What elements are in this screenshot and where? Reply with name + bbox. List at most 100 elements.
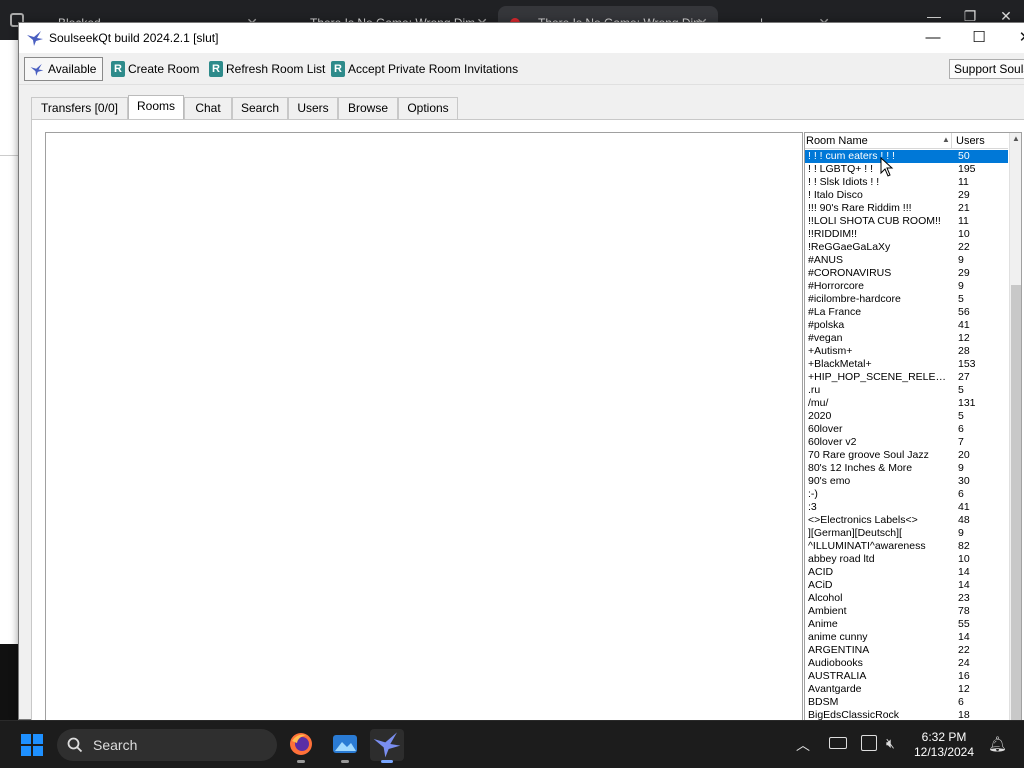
windows-start-icon[interactable]: [21, 734, 43, 756]
room-users-count: 28: [958, 345, 970, 357]
room-row[interactable]: !!RIDDIM!! 10: [805, 228, 1008, 241]
room-row[interactable]: ACID 14: [805, 566, 1008, 579]
refresh-room-list-button[interactable]: R Refresh Room List: [209, 57, 325, 81]
taskbar-soulseek[interactable]: [370, 729, 404, 763]
room-users-count: 27: [958, 371, 970, 383]
column-room-name[interactable]: Room Name: [806, 135, 868, 147]
clock-date: 12/13/2024: [913, 745, 975, 759]
room-row[interactable]: #polska 41: [805, 319, 1008, 332]
room-row[interactable]: !!! 90's Rare Riddim !!! 21: [805, 202, 1008, 215]
minimize-button[interactable]: —: [911, 27, 955, 49]
sort-ascending-icon: ▲: [942, 135, 950, 144]
room-row[interactable]: +BlackMetal+ 153: [805, 358, 1008, 371]
soulseek-window: SoulseekQt build 2024.2.1 [slut] — ☐ ✕ A…: [18, 22, 1024, 722]
create-room-label: Create Room: [128, 62, 200, 76]
room-row[interactable]: ACiD 14: [805, 579, 1008, 592]
column-divider[interactable]: [951, 133, 952, 149]
room-row[interactable]: 80's 12 Inches & More 9: [805, 462, 1008, 475]
clock-time: 6:32 PM: [921, 730, 967, 744]
room-row[interactable]: ^ILLUMINATI^awareness 82: [805, 540, 1008, 553]
room-row[interactable]: +Autism+ 28: [805, 345, 1008, 358]
room-users-count: 14: [958, 579, 970, 591]
taskbar-photos[interactable]: [328, 729, 362, 763]
room-row[interactable]: Ambient 78: [805, 605, 1008, 618]
room-row[interactable]: #ANUS 9: [805, 254, 1008, 267]
room-name: Anime: [808, 618, 838, 630]
room-row[interactable]: 60lover 6: [805, 423, 1008, 436]
tab-browse[interactable]: Browse: [338, 97, 398, 119]
room-row[interactable]: Alcohol 23: [805, 592, 1008, 605]
room-name: anime cunny: [808, 631, 868, 643]
room-name: /mu/: [808, 397, 829, 409]
scrollbar-thumb[interactable]: [1011, 285, 1021, 721]
tab-users[interactable]: Users: [288, 97, 338, 119]
room-row[interactable]: anime cunny 14: [805, 631, 1008, 644]
tab-rooms[interactable]: Rooms: [128, 95, 184, 119]
room-row[interactable]: .ru 5: [805, 384, 1008, 397]
room-row[interactable]: 2020 5: [805, 410, 1008, 423]
room-name: #icilombre-hardcore: [808, 293, 901, 305]
status-available-button[interactable]: Available: [24, 57, 103, 81]
network-icon[interactable]: [861, 735, 877, 751]
taskbar-search[interactable]: Search: [57, 729, 277, 761]
room-row[interactable]: #CORONAVIRUS 29: [805, 267, 1008, 280]
scroll-up-icon[interactable]: ▲: [1012, 134, 1020, 143]
room-row[interactable]: !ReGGaeGaLaXy 22: [805, 241, 1008, 254]
taskbar-clock[interactable]: 6:32 PM 12/13/2024: [912, 730, 976, 760]
room-list[interactable]: Room Name ▲ Users ! ! ! cum eaters ! ! !…: [804, 132, 1022, 722]
room-row[interactable]: Audiobooks 24: [805, 657, 1008, 670]
room-row[interactable]: /mu/131: [805, 397, 1008, 410]
room-name: AUSTRALIA: [808, 670, 867, 682]
room-row[interactable]: 90's emo 30: [805, 475, 1008, 488]
room-row[interactable]: <>Electronics Labels<> 48: [805, 514, 1008, 527]
room-row[interactable]: Avantgarde 12: [805, 683, 1008, 696]
room-row[interactable]: :-) 6: [805, 488, 1008, 501]
room-name: 2020: [808, 410, 832, 422]
room-row[interactable]: #vegan 12: [805, 332, 1008, 345]
close-button[interactable]: ✕: [1003, 27, 1024, 49]
room-row[interactable]: ! ! Slsk Idiots ! ! 11: [805, 176, 1008, 189]
room-row[interactable]: Anime 55: [805, 618, 1008, 631]
tab-chat[interactable]: Chat: [184, 97, 232, 119]
room-users-count: 5: [958, 410, 964, 422]
support-soulseek-button[interactable]: Support Soulseek: [949, 59, 1024, 79]
keyboard-icon[interactable]: [829, 737, 847, 749]
photos-icon: [333, 735, 357, 753]
create-room-button[interactable]: R Create Room: [111, 57, 199, 81]
volume-muted-icon[interactable]: 🔇︎: [886, 735, 895, 768]
room-row[interactable]: #La France 56: [805, 306, 1008, 319]
room-row[interactable]: ][German][Deutsch][9: [805, 527, 1008, 540]
room-row[interactable]: ! Italo Disco 29: [805, 189, 1008, 202]
search-icon: [67, 737, 83, 753]
tab-options[interactable]: Options: [398, 97, 458, 119]
taskbar-firefox[interactable]: [284, 729, 318, 763]
column-users[interactable]: Users: [956, 135, 985, 147]
room-row[interactable]: ARGENTINA 22: [805, 644, 1008, 657]
chevron-up-icon[interactable]: ︿: [796, 735, 810, 768]
room-name: #ANUS: [808, 254, 844, 266]
room-row[interactable]: 60lover v2 7: [805, 436, 1008, 449]
room-row[interactable]: #icilombre-hardcore 5: [805, 293, 1008, 306]
room-row[interactable]: BDSM 6: [805, 696, 1008, 709]
room-row[interactable]: AUSTRALIA 16: [805, 670, 1008, 683]
room-row[interactable]: ! ! ! cum eaters ! ! ! 50: [805, 150, 1008, 163]
room-row[interactable]: !!LOLI SHOTA CUB ROOM!! 11: [805, 215, 1008, 228]
tab-search[interactable]: Search: [232, 97, 288, 119]
room-row[interactable]: :3 41: [805, 501, 1008, 514]
room-row[interactable]: #Horrorcore 9: [805, 280, 1008, 293]
room-list-scrollbar[interactable]: ▲: [1009, 133, 1021, 721]
notification-bell-icon[interactable]: 🔔︎: [988, 735, 1007, 768]
accept-private-invitations-button[interactable]: R Accept Private Room Invitations: [331, 57, 518, 81]
room-chat-area[interactable]: [45, 132, 803, 722]
tab-transfers[interactable]: Transfers [0/0]: [31, 97, 128, 119]
room-row[interactable]: +HIP_HOP_SCENE_RELEASES+ 27: [805, 371, 1008, 384]
mouse-cursor-icon: [880, 157, 894, 177]
title-bar[interactable]: SoulseekQt build 2024.2.1 [slut] — ☐ ✕: [19, 23, 1024, 53]
room-row[interactable]: ! ! LGBTQ+ ! ! 195: [805, 163, 1008, 176]
firefox-icon: [290, 733, 312, 755]
maximize-button[interactable]: ☐: [957, 27, 1001, 49]
room-users-count: 131: [958, 397, 976, 409]
room-row[interactable]: abbey road ltd 10: [805, 553, 1008, 566]
room-name: ][German][Deutsch][: [808, 527, 902, 539]
room-row[interactable]: 70 Rare groove Soul Jazz 20: [805, 449, 1008, 462]
